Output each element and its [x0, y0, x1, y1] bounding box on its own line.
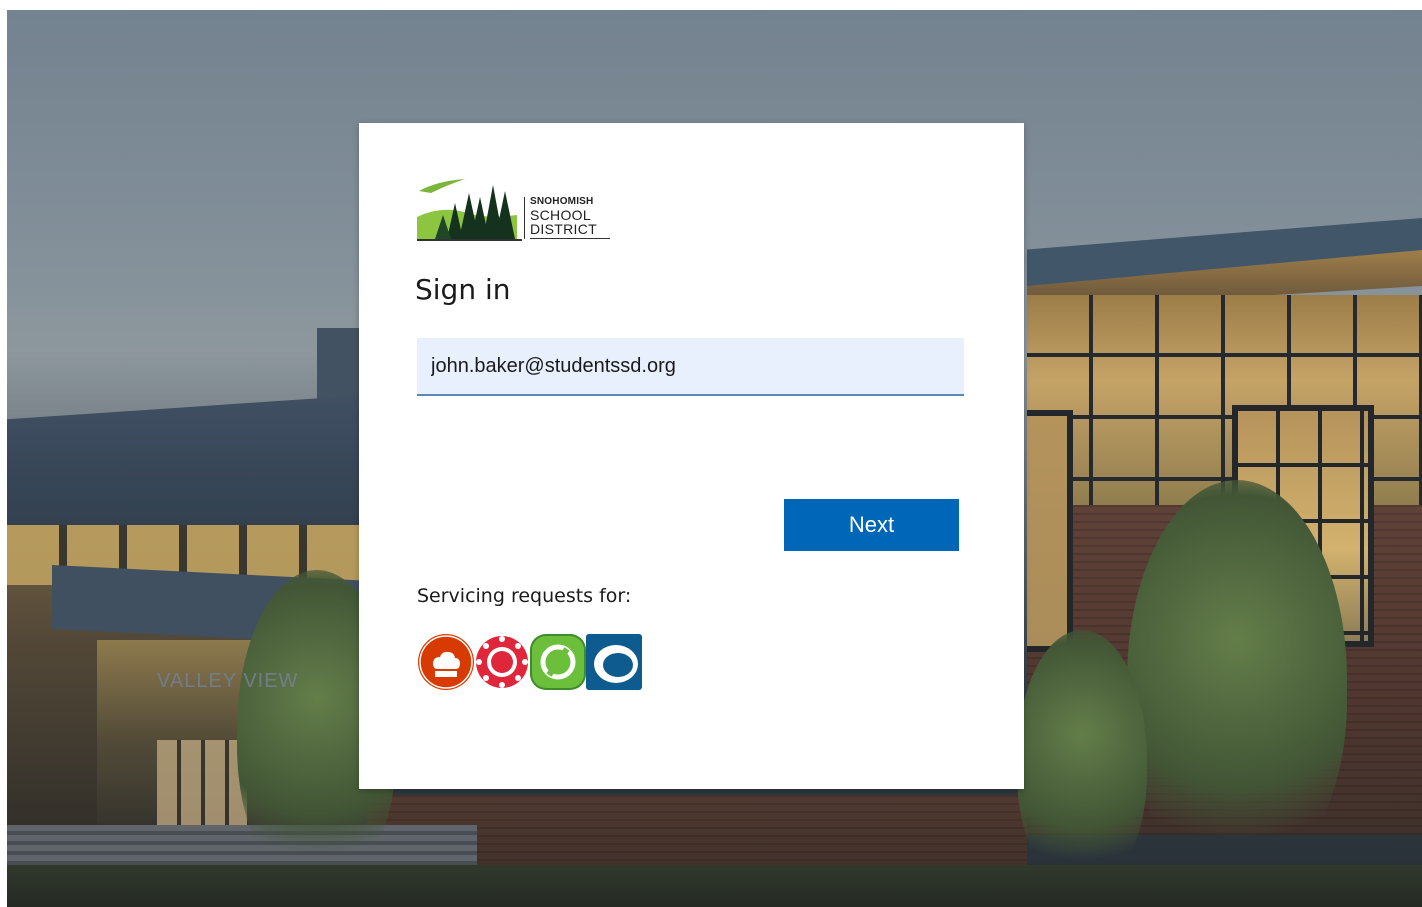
district-logo: SNOHOMISH SCHOOL DISTRICT [417, 177, 610, 249]
canvas-icon [474, 634, 530, 690]
email-field[interactable] [417, 338, 964, 396]
schoology-icon [586, 634, 642, 690]
servicing-label: Servicing requests for: [417, 585, 632, 607]
logo-line-snohomish: SNOHOMISH [530, 196, 594, 207]
next-button[interactable]: Next [784, 499, 959, 551]
office365-icon [418, 634, 474, 690]
skyward-icon [530, 634, 586, 690]
logo-line-school: SCHOOL [530, 206, 591, 223]
page-title: Sign in [415, 273, 511, 306]
logo-wordmark: SNOHOMISH SCHOOL DISTRICT [524, 196, 610, 239]
app-icons-row [417, 631, 642, 693]
trees-logo-icon [417, 179, 522, 241]
logo-line-district: DISTRICT [530, 222, 610, 239]
signin-card: SNOHOMISH SCHOOL DISTRICT Sign in Next S… [359, 123, 1024, 789]
